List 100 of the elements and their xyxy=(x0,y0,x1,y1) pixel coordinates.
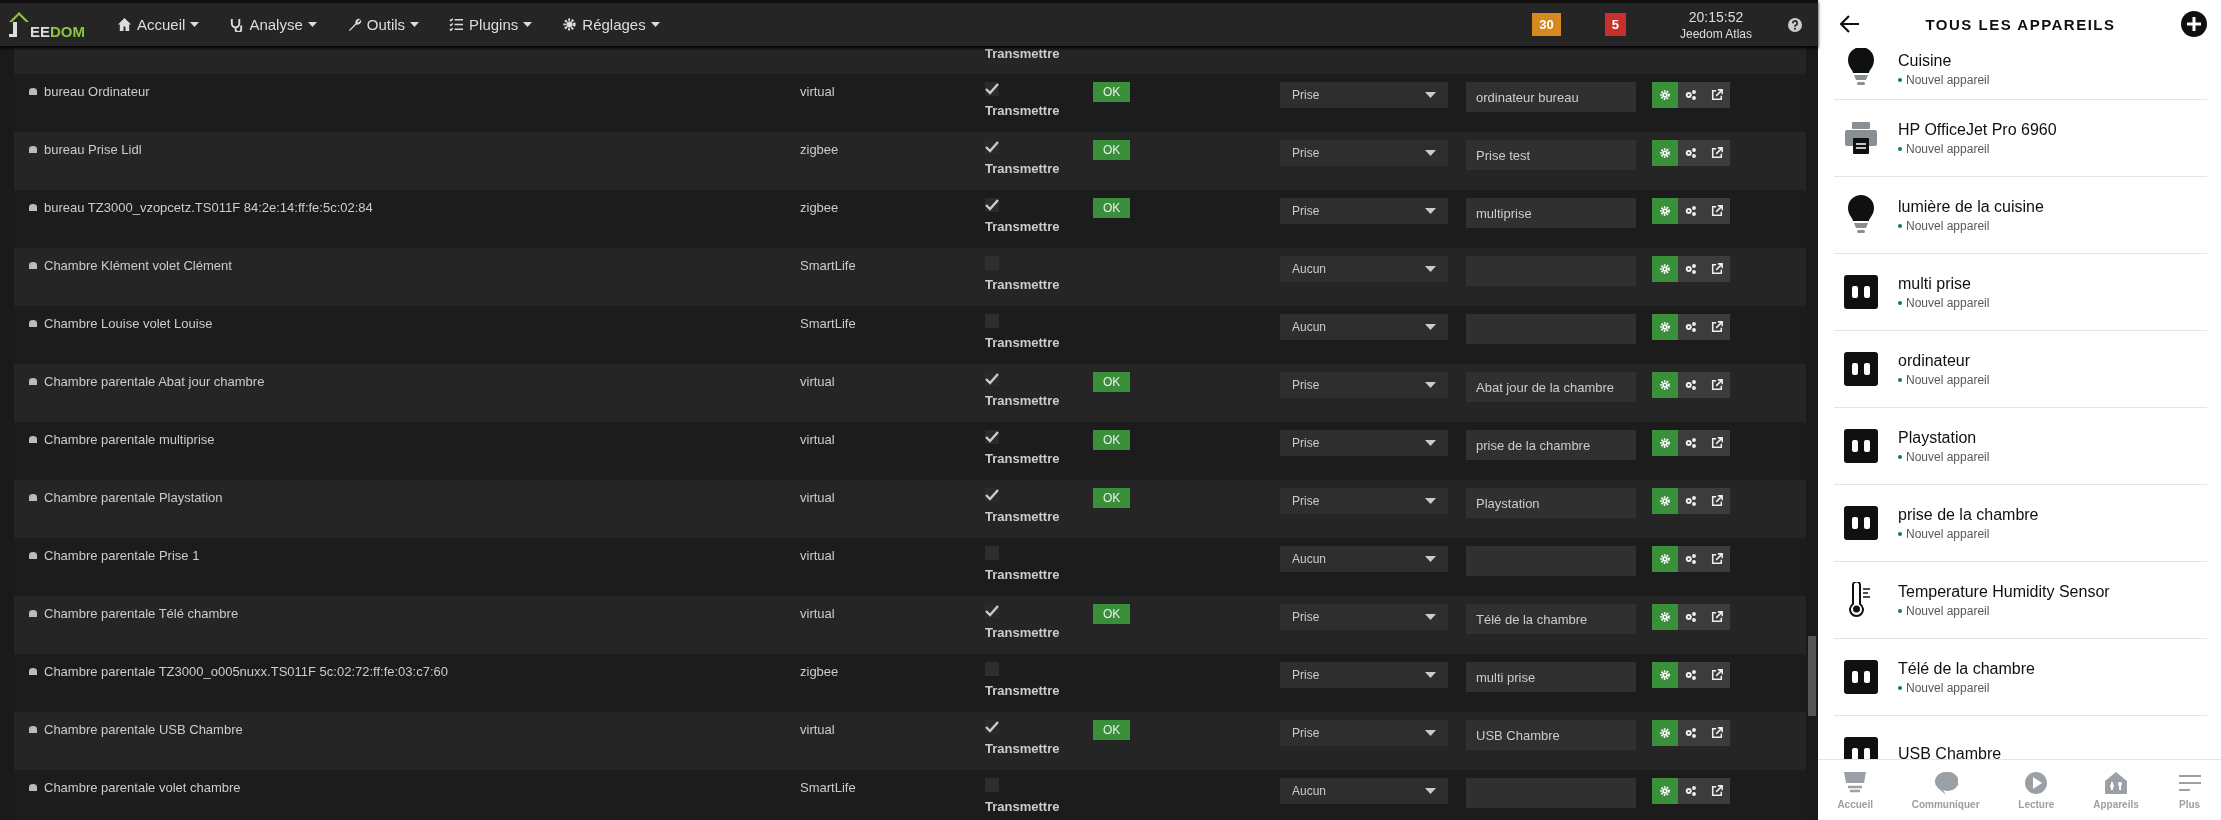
alias-input[interactable]: USB Chambre xyxy=(1466,720,1636,750)
notification-count[interactable]: 5 xyxy=(1604,13,1626,36)
alias-input[interactable]: Playstation xyxy=(1466,488,1636,518)
advanced-settings-button[interactable] xyxy=(1678,82,1704,108)
open-link-button[interactable] xyxy=(1704,430,1730,456)
advanced-settings-button[interactable] xyxy=(1678,430,1704,456)
gear-icon xyxy=(1659,205,1671,217)
device-name[interactable]: lumière de la cuisine xyxy=(1898,197,2044,216)
menu-dropdown[interactable]: Réglages xyxy=(560,12,662,37)
device-name[interactable]: multi prise xyxy=(1898,274,1990,293)
alias-input[interactable]: ordinateur bureau xyxy=(1466,82,1636,112)
open-link-button[interactable] xyxy=(1704,198,1730,224)
advanced-settings-button[interactable] xyxy=(1678,140,1704,166)
type-select[interactable]: Prise xyxy=(1280,372,1448,398)
transmit-checkbox[interactable] xyxy=(985,140,999,154)
plugin-name: zigbee xyxy=(800,199,840,215)
open-link-button[interactable] xyxy=(1704,488,1730,514)
type-select[interactable]: Prise xyxy=(1280,82,1448,108)
settings-button[interactable] xyxy=(1652,546,1678,572)
open-link-button[interactable] xyxy=(1704,314,1730,340)
type-select[interactable]: Prise xyxy=(1280,604,1448,630)
open-link-button[interactable] xyxy=(1704,140,1730,166)
back-arrow-icon[interactable] xyxy=(1840,15,1860,33)
advanced-settings-button[interactable] xyxy=(1678,488,1704,514)
device-name[interactable]: Cuisine xyxy=(1898,52,1990,70)
settings-button[interactable] xyxy=(1652,82,1678,108)
settings-button[interactable] xyxy=(1652,140,1678,166)
transmit-checkbox[interactable] xyxy=(985,372,999,386)
device-name[interactable]: ordinateur xyxy=(1898,351,1990,370)
type-select[interactable]: Aucun xyxy=(1280,778,1448,804)
alias-input[interactable]: Abat jour de la chambre xyxy=(1466,372,1636,402)
open-link-button[interactable] xyxy=(1704,604,1730,630)
device-name[interactable]: USB Chambre xyxy=(1898,745,2002,759)
transmit-checkbox[interactable] xyxy=(985,488,999,502)
add-icon[interactable] xyxy=(2181,11,2207,37)
alias-input[interactable]: multiprise xyxy=(1466,198,1636,228)
advanced-settings-button[interactable] xyxy=(1678,720,1704,746)
menu-dropdown[interactable]: Plugins xyxy=(447,12,535,37)
menu-dropdown[interactable]: Accueil xyxy=(115,12,202,37)
alias-input[interactable]: prise de la chambre xyxy=(1466,430,1636,460)
advanced-settings-button[interactable] xyxy=(1678,314,1704,340)
plugin-name: virtual xyxy=(800,373,836,389)
advanced-settings-button[interactable] xyxy=(1678,372,1704,398)
device-name: Chambre parentale Playstation xyxy=(44,490,223,505)
device-name[interactable]: prise de la chambre xyxy=(1898,505,2039,524)
settings-button[interactable] xyxy=(1652,604,1678,630)
settings-button[interactable] xyxy=(1652,256,1678,282)
alias-input[interactable]: multi prise xyxy=(1466,662,1636,692)
settings-button[interactable] xyxy=(1652,430,1678,456)
settings-button[interactable] xyxy=(1652,720,1678,746)
open-link-button[interactable] xyxy=(1704,256,1730,282)
open-link-button[interactable] xyxy=(1704,662,1730,688)
type-select[interactable]: Prise xyxy=(1280,140,1448,166)
open-link-button[interactable] xyxy=(1704,82,1730,108)
type-select[interactable]: Aucun xyxy=(1280,256,1448,282)
settings-button[interactable] xyxy=(1652,198,1678,224)
external-link-icon xyxy=(1711,495,1723,507)
advanced-settings-button[interactable] xyxy=(1678,778,1704,804)
advanced-settings-button[interactable] xyxy=(1678,546,1704,572)
open-link-button[interactable] xyxy=(1704,546,1730,572)
gears-icon xyxy=(1684,89,1698,101)
open-link-button[interactable] xyxy=(1704,720,1730,746)
type-select[interactable]: Prise xyxy=(1280,720,1448,746)
open-link-button[interactable] xyxy=(1704,372,1730,398)
advanced-settings-button[interactable] xyxy=(1678,662,1704,688)
device-name[interactable]: HP OfficeJet Pro 6960 xyxy=(1898,120,2057,139)
open-link-button[interactable] xyxy=(1704,778,1730,804)
advanced-settings-button[interactable] xyxy=(1678,198,1704,224)
transmit-checkbox[interactable] xyxy=(985,430,999,444)
type-select[interactable]: Prise xyxy=(1280,430,1448,456)
settings-button[interactable] xyxy=(1652,314,1678,340)
alias-input[interactable]: Télé de la chambre xyxy=(1466,604,1636,634)
help-icon[interactable] xyxy=(1788,17,1802,32)
menu-dropdown[interactable]: Analyse xyxy=(227,12,319,37)
transmit-checkbox[interactable] xyxy=(985,604,999,618)
type-select[interactable]: Aucun xyxy=(1280,314,1448,340)
device-name[interactable]: Playstation xyxy=(1898,428,1990,447)
device-status: Nouvel appareil xyxy=(1898,73,1990,87)
room-icon xyxy=(28,203,38,212)
plugin-name: virtual xyxy=(800,489,836,505)
settings-button[interactable] xyxy=(1652,662,1678,688)
advanced-settings-button[interactable] xyxy=(1678,256,1704,282)
caret-icon xyxy=(1425,498,1436,504)
transmit-checkbox[interactable] xyxy=(985,198,999,212)
scrollbar-thumb[interactable] xyxy=(1808,636,1816,716)
transmit-checkbox[interactable] xyxy=(985,82,999,96)
settings-button[interactable] xyxy=(1652,778,1678,804)
advanced-settings-button[interactable] xyxy=(1678,604,1704,630)
device-name[interactable]: Temperature Humidity Sensor xyxy=(1898,582,2110,601)
type-select[interactable]: Prise xyxy=(1280,662,1448,688)
transmit-checkbox[interactable] xyxy=(985,720,999,734)
settings-button[interactable] xyxy=(1652,488,1678,514)
type-select[interactable]: Aucun xyxy=(1280,546,1448,572)
device-name[interactable]: Télé de la chambre xyxy=(1898,659,2035,678)
room-icon xyxy=(28,725,38,734)
settings-button[interactable] xyxy=(1652,372,1678,398)
alias-input[interactable]: Prise test xyxy=(1466,140,1636,170)
menu-dropdown[interactable]: Outils xyxy=(344,12,422,37)
type-select[interactable]: Prise xyxy=(1280,198,1448,224)
type-select[interactable]: Prise xyxy=(1280,488,1448,514)
